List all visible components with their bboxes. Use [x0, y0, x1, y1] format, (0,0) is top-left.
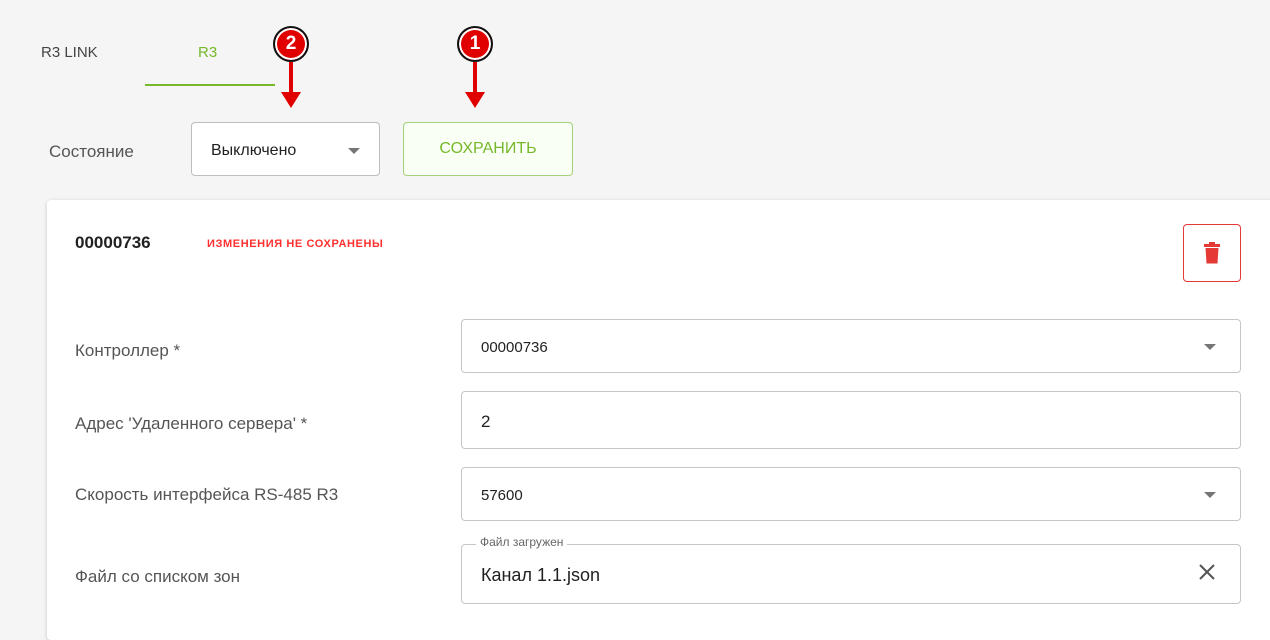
server-address-label: Адрес 'Удаленного сервера' *: [75, 414, 308, 433]
card-controller-id: 00000736: [75, 233, 151, 252]
callout-marker-number: 1: [469, 33, 481, 54]
state-label: Состояние: [49, 142, 134, 161]
zones-file-label: Файл со списком зон: [75, 567, 241, 586]
close-icon[interactable]: [1197, 562, 1217, 582]
rs485-speed-label: Скорость интерфейса RS-485 R3: [75, 485, 339, 504]
chevron-down-icon: [1204, 344, 1216, 350]
state-select[interactable]: Выключено: [191, 122, 380, 176]
callout-arrow-head-2: [281, 92, 301, 108]
callout-marker-2: 2: [273, 26, 309, 62]
tab-r3[interactable]: R3: [198, 44, 217, 61]
callout-arrow-1: [473, 62, 477, 94]
chevron-down-icon: [1204, 492, 1216, 498]
controller-label: Контроллер *: [75, 341, 181, 360]
callout-marker-number: 2: [285, 33, 297, 54]
callout-arrow-2: [289, 62, 293, 94]
zones-file-legend: Файл загружен: [476, 535, 568, 549]
controller-select[interactable]: 00000736: [461, 319, 1241, 373]
rs485-speed-value: 57600: [481, 487, 523, 504]
rs485-speed-select[interactable]: 57600: [461, 467, 1241, 521]
callout-arrow-head-1: [465, 92, 485, 108]
delete-button[interactable]: [1183, 224, 1241, 282]
zones-file-value: Канал 1.1.json: [481, 565, 600, 585]
tab-r3-link[interactable]: R3 LINK: [41, 44, 98, 61]
unsaved-changes-badge: ИЗМЕНЕНИЯ НЕ СОХРАНЕНЫ: [207, 238, 384, 250]
callout-marker-1: 1: [457, 26, 493, 62]
controller-select-value: 00000736: [481, 339, 548, 356]
save-button[interactable]: СОХРАНИТЬ: [403, 122, 573, 176]
server-address-value: 2: [481, 412, 491, 431]
controller-card: 00000736 ИЗМЕНЕНИЯ НЕ СОХРАНЕНЫ Контролл…: [47, 200, 1270, 640]
trash-icon: [1204, 242, 1220, 264]
zones-file-field[interactable]: Файл загружен Канал 1.1.json: [461, 535, 1241, 604]
server-address-input[interactable]: 2: [461, 391, 1241, 449]
chevron-down-icon: [348, 148, 360, 154]
state-select-value: Выключено: [211, 142, 297, 159]
active-tab-indicator: [145, 84, 275, 86]
